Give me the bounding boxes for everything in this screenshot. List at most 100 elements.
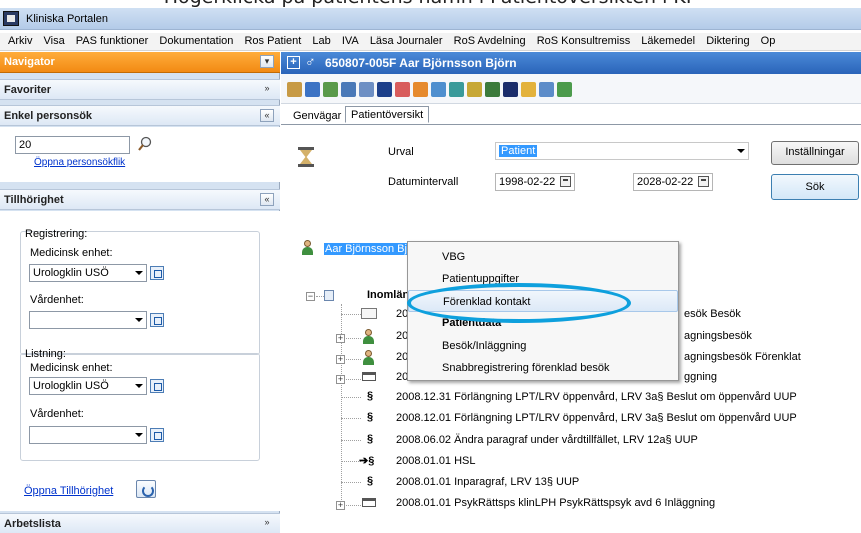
- expand-node-icon[interactable]: +: [336, 334, 345, 343]
- expand-node-icon[interactable]: +: [336, 355, 345, 364]
- menu-op[interactable]: Op: [757, 33, 780, 47]
- list-picker-icon[interactable]: [150, 379, 164, 393]
- calendar-icon[interactable]: [560, 176, 571, 187]
- chevron-down-icon[interactable]: [134, 266, 144, 278]
- expand-node-icon[interactable]: +: [336, 501, 345, 510]
- menu-ros-patient[interactable]: Ros Patient: [240, 33, 305, 47]
- collapse-icon[interactable]: «: [260, 109, 274, 122]
- toolbar-icon-14[interactable]: [521, 82, 536, 97]
- toolbar-icon-13[interactable]: [503, 82, 518, 97]
- toolbar-icon-10[interactable]: [449, 82, 464, 97]
- tree-line: [341, 461, 361, 462]
- datumintervall-label: Datumintervall: [388, 176, 459, 188]
- toolbar-icon-6[interactable]: [377, 82, 392, 97]
- med-enhet-select[interactable]: Urologklin USÖ: [29, 264, 147, 282]
- tillhorighet-header[interactable]: Tillhörighet «: [0, 189, 280, 210]
- menu-lakemedel[interactable]: Läkemedel: [637, 33, 699, 47]
- open-tillhorighet-link[interactable]: Öppna Tillhörighet: [24, 485, 113, 497]
- tree-row-text[interactable]: 2008.12.01 Förlängning LPT/LRV öppenvård…: [396, 412, 797, 424]
- paragraph-icon: §: [367, 411, 374, 423]
- urval-select[interactable]: Patient: [495, 142, 749, 160]
- enkel-personsok-pane: 20 Öppna personsökflik: [0, 127, 280, 182]
- menu-item-besok-inlaggning[interactable]: Besök/Inläggning: [408, 335, 678, 357]
- menu-ros-konsultremiss[interactable]: RoS Konsultremiss: [533, 33, 635, 47]
- menu-pas-funktioner[interactable]: PAS funktioner: [72, 33, 153, 47]
- chevron-down-icon[interactable]: »: [260, 517, 274, 530]
- menu-ros-avdelning[interactable]: RoS Avdelning: [450, 33, 530, 47]
- toolbar-icon-1[interactable]: [287, 82, 302, 97]
- toolbar-icon-9[interactable]: [431, 82, 446, 97]
- navigator-dropdown-button[interactable]: ▾: [260, 55, 274, 68]
- app-icon: [3, 11, 19, 26]
- list-picker-icon[interactable]: [150, 428, 164, 442]
- toolbar-icon-11[interactable]: [467, 82, 482, 97]
- open-personsok-link[interactable]: Öppna personsökflik: [34, 157, 125, 168]
- med-enhet-label: Medicinsk enhet:: [30, 247, 113, 259]
- calendar-icon[interactable]: [698, 176, 709, 187]
- menu-lasa-journaler[interactable]: Läsa Journaler: [366, 33, 447, 47]
- paragraph-icon: §: [367, 390, 374, 402]
- arbetslista-header[interactable]: Arbetslista »: [0, 513, 280, 533]
- toolbar-icon-3[interactable]: [323, 82, 338, 97]
- search-icon[interactable]: [137, 136, 153, 152]
- menu-diktering[interactable]: Diktering: [702, 33, 753, 47]
- chevron-down-icon[interactable]: [134, 313, 144, 325]
- sok-button[interactable]: Sök: [771, 174, 859, 200]
- toolbar-icon-15[interactable]: [539, 82, 554, 97]
- toolbar-icon-16[interactable]: [557, 82, 572, 97]
- installningar-button[interactable]: Inställningar: [771, 141, 859, 165]
- menu-dokumentation[interactable]: Dokumentation: [155, 33, 237, 47]
- tree-row-tail[interactable]: agningsbesök: [684, 330, 752, 342]
- male-icon: ♂: [305, 53, 316, 69]
- menu-bar: Arkiv Visa PAS funktioner Dokumentation …: [0, 33, 861, 51]
- tree-line: [341, 397, 361, 398]
- tree-row-text[interactable]: 2008.01.01 HSL: [396, 455, 476, 467]
- refresh-icon[interactable]: [136, 480, 156, 498]
- toolbar-icon-5[interactable]: [359, 82, 374, 97]
- tree-row-text[interactable]: 2008.01.01 PsykRättsps klinLPH PsykRätts…: [396, 497, 715, 509]
- date-from-field[interactable]: 1998-02-22: [495, 173, 575, 191]
- toolbar-icon-8[interactable]: [413, 82, 428, 97]
- list-picker-icon[interactable]: [150, 266, 164, 280]
- favoriter-header[interactable]: Favoriter »: [0, 79, 280, 100]
- expand-icon[interactable]: +: [287, 56, 300, 69]
- collapse-node-icon[interactable]: −: [306, 292, 315, 301]
- tree-row-text[interactable]: 2008.12.31 Förlängning LPT/LRV öppenvård…: [396, 391, 797, 403]
- list-med-enhet-select[interactable]: Urologklin USÖ: [29, 377, 147, 395]
- menu-item-vbg[interactable]: VBG: [408, 246, 678, 268]
- date-from-value: 1998-02-22: [499, 176, 556, 188]
- chevron-down-icon[interactable]: »: [260, 83, 274, 96]
- vardenhet-select[interactable]: [29, 311, 147, 329]
- chevron-down-icon[interactable]: [134, 379, 144, 391]
- chevron-down-icon[interactable]: [736, 144, 746, 156]
- tab-genvagar[interactable]: Genvägar: [287, 107, 347, 124]
- tree-row-tail[interactable]: agningsbesök Förenklat: [684, 351, 801, 363]
- tab-patientoversikt[interactable]: Patientöversikt: [345, 106, 430, 123]
- menu-iva[interactable]: IVA: [338, 33, 363, 47]
- expand-node-icon[interactable]: +: [336, 375, 345, 384]
- menu-lab[interactable]: Lab: [308, 33, 334, 47]
- menu-visa[interactable]: Visa: [40, 33, 69, 47]
- tree-row-text[interactable]: 2008.06.02 Ändra paragraf under vårdtill…: [396, 434, 698, 446]
- patient-header-title: 650807-005F Aar Björnsson Björn: [325, 56, 517, 70]
- enkel-personsok-header[interactable]: Enkel personsök «: [0, 105, 280, 126]
- tree-line: [341, 418, 361, 419]
- chevron-down-icon[interactable]: [134, 428, 144, 440]
- tree-row-tail[interactable]: esök Besök: [684, 308, 741, 320]
- toolbar-icon-4[interactable]: [341, 82, 356, 97]
- toolbar-icon-2[interactable]: [305, 82, 320, 97]
- menu-item-snabbregistrering[interactable]: Snabbregistrering förenklad besök: [408, 357, 678, 379]
- date-to-field[interactable]: 2028-02-22: [633, 173, 713, 191]
- toolbar-icon-7[interactable]: [395, 82, 410, 97]
- menu-arkiv[interactable]: Arkiv: [0, 33, 36, 47]
- person-search-input[interactable]: 20: [15, 136, 130, 154]
- collapse-icon[interactable]: «: [260, 193, 274, 206]
- paragraph-icon: §: [367, 475, 374, 487]
- tree-row-tail[interactable]: ggning: [684, 371, 717, 383]
- list-vardenhet-select[interactable]: [29, 426, 147, 444]
- tree-row-text[interactable]: 2008.01.01 Inparagraf, LRV 13§ UUP: [396, 476, 579, 488]
- list-picker-icon[interactable]: [150, 313, 164, 327]
- toolbar-icon-12[interactable]: [485, 82, 500, 97]
- instruction-caption: Högerklicka på patientens namn i Patient…: [0, 0, 861, 8]
- vardenhet-label: Vårdenhet:: [30, 294, 84, 306]
